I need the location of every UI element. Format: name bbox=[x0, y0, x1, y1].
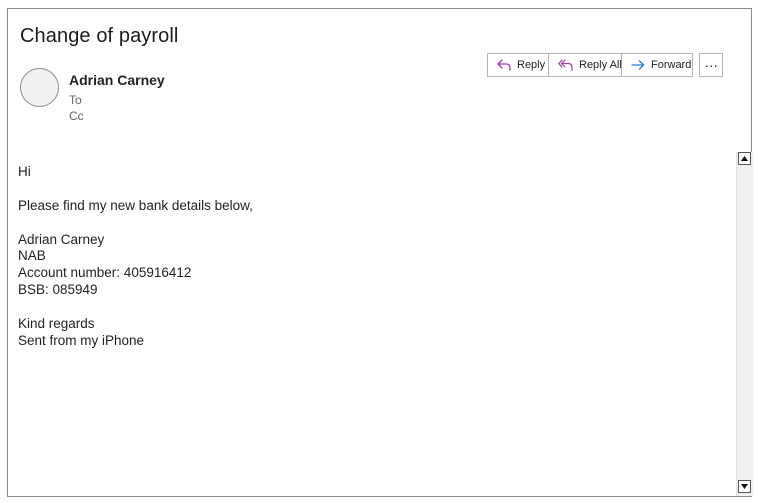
vertical-scrollbar[interactable] bbox=[736, 152, 753, 496]
forward-label: Forward bbox=[651, 59, 692, 71]
cc-label: Cc bbox=[69, 109, 84, 123]
reply-button[interactable]: Reply bbox=[488, 54, 549, 76]
email-body: Hi Please find my new bank details below… bbox=[18, 164, 728, 349]
forward-button[interactable]: Forward bbox=[622, 54, 692, 76]
body-greeting: Hi bbox=[18, 164, 31, 179]
scroll-down-button[interactable] bbox=[738, 480, 751, 493]
arrow-up-icon bbox=[741, 156, 748, 161]
email-subject: Change of payroll bbox=[20, 25, 179, 47]
reply-icon bbox=[497, 59, 511, 71]
email-reading-pane: Change of payroll Adrian Carney To Cc Re… bbox=[7, 8, 753, 497]
sender-avatar[interactable] bbox=[20, 68, 59, 107]
forward-icon bbox=[631, 60, 645, 70]
arrow-down-icon bbox=[741, 484, 748, 489]
body-signoff: Kind regards bbox=[18, 315, 95, 331]
reply-label: Reply bbox=[517, 59, 546, 71]
message-actions-toolbar: Reply Reply All Forward bbox=[487, 53, 693, 77]
reply-all-icon bbox=[558, 59, 573, 71]
scroll-up-button[interactable] bbox=[738, 152, 751, 165]
sender-name[interactable]: Adrian Carney bbox=[69, 72, 165, 88]
body-bank: NAB bbox=[18, 248, 46, 264]
body-signature: Sent from my iPhone bbox=[18, 332, 145, 348]
more-actions-button[interactable]: … bbox=[699, 53, 723, 77]
reply-all-label: Reply All bbox=[579, 59, 622, 71]
body-intro: Please find my new bank details below, bbox=[18, 197, 253, 213]
body-name: Adrian Carney bbox=[18, 231, 105, 247]
more-icon: … bbox=[704, 54, 718, 70]
reply-all-button[interactable]: Reply All bbox=[549, 54, 622, 76]
to-label: To bbox=[69, 93, 82, 107]
body-account: Account number: 405916412 bbox=[18, 265, 192, 281]
body-bsb: BSB: 085949 bbox=[18, 281, 98, 297]
